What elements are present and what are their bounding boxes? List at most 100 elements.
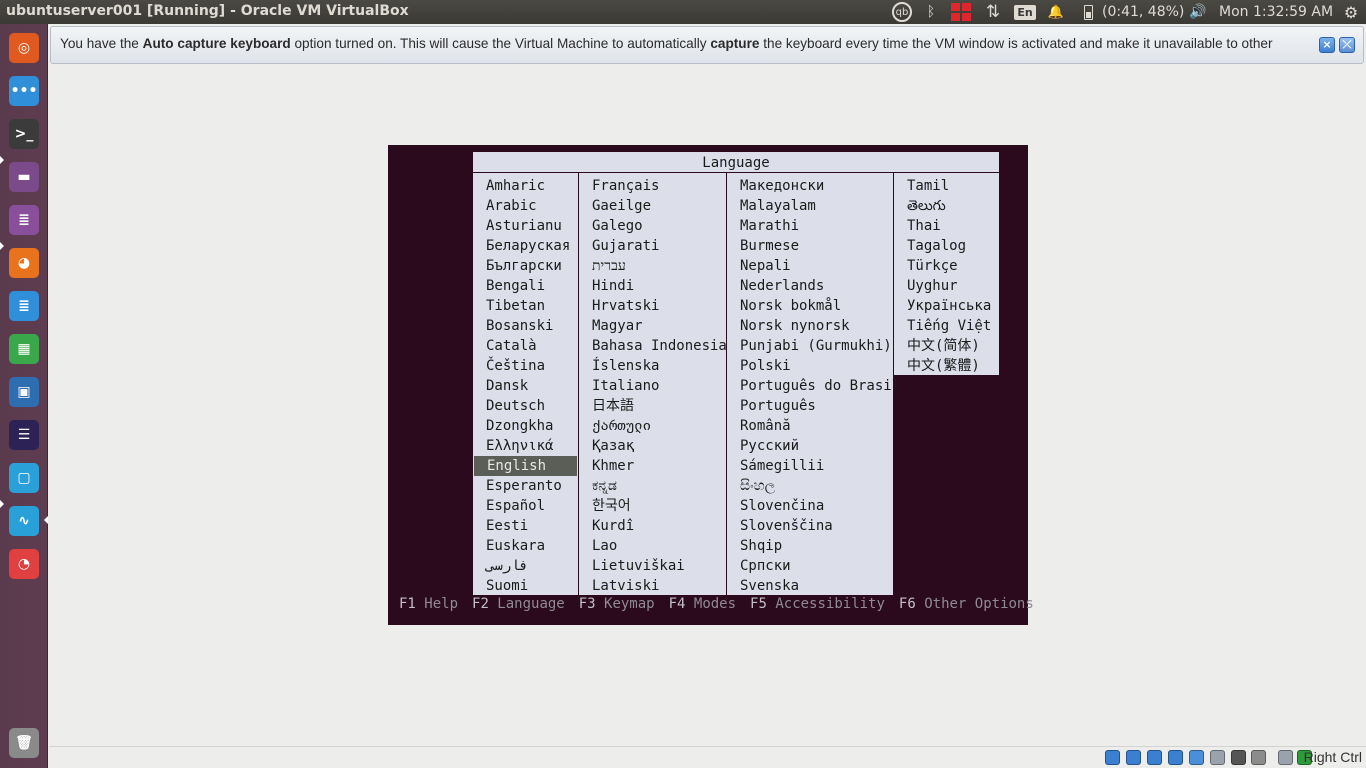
language-option[interactable]: Lao <box>579 536 726 556</box>
language-option[interactable]: Tagalog <box>894 236 999 256</box>
language-option[interactable]: Hrvatski <box>579 296 726 316</box>
language-option[interactable]: Íslenska <box>579 356 726 376</box>
apps-icon[interactable]: ••• <box>5 72 43 110</box>
fkey-f2[interactable]: F2 Language <box>472 596 565 612</box>
language-option[interactable]: Dansk <box>473 376 578 396</box>
language-option[interactable]: Sámegillii <box>727 456 893 476</box>
screenshot-icon[interactable]: ▢ <box>5 459 43 497</box>
firefox-icon[interactable]: ◕ <box>5 244 43 282</box>
language-option[interactable]: Қазақ <box>579 436 726 456</box>
calc-icon[interactable]: ▦ <box>5 330 43 368</box>
language-option-selected[interactable]: English <box>474 456 577 476</box>
language-option[interactable]: Bosanski <box>473 316 578 336</box>
workspaces-icon[interactable] <box>950 0 972 24</box>
usb-icon[interactable] <box>1189 750 1204 765</box>
language-option[interactable]: Türkçe <box>894 256 999 276</box>
language-option[interactable]: Lietuviškai <box>579 556 726 576</box>
language-option[interactable]: Беларуская <box>473 236 578 256</box>
files-icon[interactable]: ▬ <box>5 158 43 196</box>
language-option[interactable]: Arabic <box>473 196 578 216</box>
shared-folders-icon[interactable] <box>1210 750 1225 765</box>
language-option[interactable]: Euskara <box>473 536 578 556</box>
writer-icon[interactable]: ≣ <box>5 287 43 325</box>
language-option[interactable]: Hindi <box>579 276 726 296</box>
language-option[interactable]: Nederlands <box>727 276 893 296</box>
language-option[interactable]: Bahasa Indonesia <box>579 336 727 356</box>
audio-icon[interactable] <box>1147 750 1162 765</box>
language-option[interactable]: فارسی <box>473 556 578 576</box>
language-option[interactable]: Ελληνικά <box>473 436 578 456</box>
language-option[interactable]: Français <box>579 176 726 196</box>
language-option[interactable]: Македонски <box>727 176 893 196</box>
video-capture-icon[interactable] <box>1251 750 1266 765</box>
close-notice-icon[interactable]: × <box>1319 37 1335 53</box>
language-option[interactable]: Uyghur <box>894 276 999 296</box>
eclipse-icon[interactable]: ☰ <box>5 416 43 454</box>
language-option[interactable]: Punjabi (Gurmukhi) <box>727 336 893 356</box>
do-not-show-again-icon[interactable]: ⤫ <box>1339 37 1355 53</box>
network-arrows-icon[interactable]: ⇅ <box>982 0 1004 24</box>
language-option[interactable]: Gujarati <box>579 236 726 256</box>
disk-usage-icon[interactable]: ◔ <box>5 545 43 583</box>
language-option[interactable]: Português do Brasil <box>727 376 900 396</box>
language-option[interactable]: Português <box>727 396 893 416</box>
language-option[interactable]: Bengali <box>473 276 578 296</box>
language-option[interactable]: Tibetan <box>473 296 578 316</box>
display-icon[interactable] <box>1231 750 1246 765</box>
language-option[interactable]: 日本語 <box>579 396 726 416</box>
language-option[interactable]: Slovenščina <box>727 516 893 536</box>
language-option[interactable]: Galego <box>579 216 726 236</box>
language-option[interactable]: Eesti <box>473 516 578 536</box>
language-option[interactable]: Română <box>727 416 893 436</box>
language-option[interactable]: Norsk bokmål <box>727 296 893 316</box>
ubuntu-dash-icon[interactable]: ◎ <box>5 29 43 67</box>
language-option[interactable]: Dzongkha <box>473 416 578 436</box>
mouse-integration-icon[interactable] <box>1278 750 1293 765</box>
battery-status-text[interactable]: (0:41, 48%) <box>1102 0 1184 24</box>
language-option[interactable]: Tamil <box>894 176 999 196</box>
optical-drive-icon[interactable] <box>1126 750 1141 765</box>
session-gear-icon[interactable]: ⚙ <box>1341 0 1361 24</box>
language-option[interactable]: Tiếng Việt <box>894 316 999 336</box>
language-option[interactable]: עברית <box>579 256 726 276</box>
language-option[interactable]: Українська <box>894 296 999 316</box>
volume-icon[interactable]: 🔊 <box>1186 0 1210 24</box>
language-option[interactable]: ქართული <box>579 416 726 436</box>
language-option[interactable]: Српски <box>727 556 893 576</box>
language-option[interactable]: සිංහල <box>727 476 893 496</box>
text-editor-icon[interactable]: ≣ <box>5 201 43 239</box>
language-option[interactable]: Latviski <box>579 576 726 596</box>
network-icon[interactable] <box>1168 750 1183 765</box>
language-option[interactable]: Norsk nynorsk <box>727 316 893 336</box>
terminal-icon[interactable]: >_ <box>5 115 43 153</box>
language-option[interactable]: Khmer <box>579 456 726 476</box>
language-option[interactable]: ಕನ್ನಡ <box>579 476 726 496</box>
language-option[interactable]: Burmese <box>727 236 893 256</box>
bluetooth-icon[interactable]: ᛒ <box>922 0 940 24</box>
language-option[interactable]: Español <box>473 496 578 516</box>
language-option[interactable]: Kurdî <box>579 516 726 536</box>
language-option[interactable]: 中文(简体) <box>894 336 999 356</box>
notification-bell-icon[interactable]: 🔔 <box>1046 0 1066 24</box>
trash-icon[interactable]: 🗑 <box>5 724 43 762</box>
language-option[interactable]: Esperanto <box>473 476 578 496</box>
language-option[interactable]: Nepali <box>727 256 893 276</box>
language-option[interactable]: Čeština <box>473 356 578 376</box>
fkey-f4[interactable]: F4 Modes <box>669 596 736 612</box>
language-option[interactable]: Русский <box>727 436 893 456</box>
language-option[interactable]: Malayalam <box>727 196 893 216</box>
language-option[interactable]: Magyar <box>579 316 726 336</box>
language-option[interactable]: Italiano <box>579 376 726 396</box>
clock[interactable]: Mon 1:32:59 AM <box>1219 0 1333 24</box>
language-option[interactable]: Български <box>473 256 578 276</box>
virtualbox-icon[interactable]: ▣ <box>5 373 43 411</box>
qb-icon[interactable]: qb <box>890 0 914 24</box>
language-option[interactable]: Marathi <box>727 216 893 236</box>
language-option[interactable]: Gaeilge <box>579 196 726 216</box>
language-option[interactable]: తెలుగు <box>894 196 999 216</box>
fkey-f1[interactable]: F1 Help <box>399 596 458 612</box>
fkey-f5[interactable]: F5 Accessibility <box>750 596 885 612</box>
language-option[interactable]: Slovenčina <box>727 496 893 516</box>
language-option[interactable]: 한국어 <box>579 496 726 516</box>
vm-screen[interactable]: Language Amharic Arabic Asturianu Беларуска… <box>388 145 1034 625</box>
